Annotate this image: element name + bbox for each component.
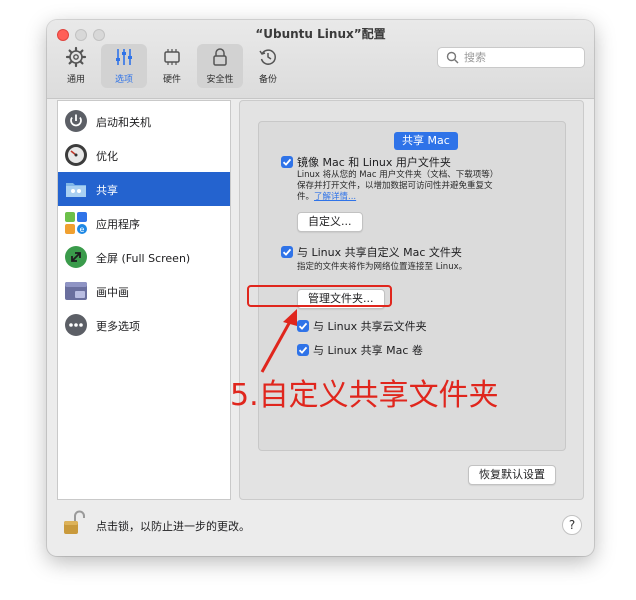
window-title: “Ubuntu Linux”配置 [255,27,386,41]
manage-button-highlight [247,285,392,307]
mirror-folders-description: Linux 将从您的 Mac 用户文件夹（文档、下载项等） 保存并打开文件，以增… [297,170,559,203]
toolbar-backup-label: 备份 [258,75,277,85]
help-button[interactable]: ? [562,515,582,535]
sidebar-item-applications[interactable]: e 应用程序 [58,206,230,240]
toolbar-general[interactable]: 通用 [53,44,99,88]
mirror-folders-label: 镜像 Mac 和 Linux 用户文件夹 [297,156,451,169]
sidebar-item-more-options[interactable]: 更多选项 [58,308,230,342]
sidebar-item-label: 应用程序 [96,218,140,231]
fullscreen-icon [65,246,87,268]
lock-hint-text: 点击锁，以防止进一步的更改。 [96,520,250,533]
toolbar-security[interactable]: 安全性 [197,44,243,88]
share-mac-group-title: 共享 Mac [394,132,458,150]
sidebar-item-fullscreen[interactable]: 全屏 (Full Screen) [58,240,230,274]
checkmark-icon [298,346,308,354]
restore-defaults-button[interactable]: 恢复默认设置 [468,465,556,485]
description-line: Linux 将从您的 Mac 用户文件夹（文档、下载项等） [297,170,499,180]
checkmark-icon [282,158,292,166]
sidebar-item-label: 共享 [96,184,118,197]
shared-folder-icon [66,183,86,197]
mirror-folders-checkbox[interactable] [281,156,293,168]
toolbar-options-label: 选项 [114,75,133,85]
checkmark-icon [282,248,292,256]
learn-more-link[interactable]: 了解详情... [314,192,356,202]
description-line: 件。了解详情... [297,192,559,203]
custom-folders-label: 与 Linux 共享自定义 Mac 文件夹 [297,246,462,259]
sidebar: 启动和关机 优化 共享 e 应用程序 全屏 (Full Screen) 画中画 … [57,100,231,500]
titlebar: “Ubuntu Linux”配置 通用 选项 硬件 安全性 备份 搜索 [47,20,594,99]
more-options-icon [65,314,87,336]
toolbar-hardware-label: 硬件 [162,75,181,85]
cloud-folders-label: 与 Linux 共享云文件夹 [313,320,427,333]
gauge-icon [65,144,87,166]
sliders-icon [116,49,132,65]
gear-icon [65,46,87,68]
svg-text:e: e [80,225,85,234]
search-field[interactable] [437,47,585,68]
toolbar-hardware[interactable]: 硬件 [149,44,195,88]
sidebar-item-optimization[interactable]: 优化 [58,138,230,172]
sidebar-item-label: 全屏 (Full Screen) [96,252,191,265]
apps-icon: e [65,212,87,234]
lock-icon [213,48,227,66]
toolbar-backup[interactable]: 备份 [245,44,291,88]
search-icon [446,51,459,64]
power-icon [65,110,87,132]
sidebar-item-pip[interactable]: 画中画 [58,274,230,308]
toolbar-general-label: 通用 [66,75,85,85]
search-input[interactable] [464,49,579,66]
sidebar-item-label: 更多选项 [96,320,140,333]
mac-volumes-checkbox[interactable] [297,344,309,356]
customize-button[interactable]: 自定义... [297,212,363,232]
picture-in-picture-icon [65,282,87,300]
annotation-label: 5.自定义共享文件夹 [230,378,499,413]
mac-volumes-label: 与 Linux 共享 Mac 卷 [313,344,423,357]
description-line: 保存并打开文件，以增加数据可访问性并避免重复文 [297,181,493,191]
sidebar-item-startup[interactable]: 启动和关机 [58,104,230,138]
cloud-folders-checkbox[interactable] [297,320,309,332]
checkmark-icon [298,322,308,330]
padlock-icon[interactable] [63,510,85,536]
custom-folders-checkbox[interactable] [281,246,293,258]
sidebar-item-label: 画中画 [96,286,129,299]
description-text: 件。 [297,192,315,202]
custom-folders-description: 指定的文件夹将作为网络位置连接至 Linux。 [297,262,468,272]
toolbar-options[interactable]: 选项 [101,44,147,88]
chip-icon [164,49,180,65]
clock-icon [259,49,276,65]
sidebar-item-label: 优化 [96,150,118,163]
sidebar-item-label: 启动和关机 [96,116,151,129]
toolbar-security-label: 安全性 [206,75,234,85]
sidebar-item-sharing[interactable]: 共享 [58,172,230,206]
